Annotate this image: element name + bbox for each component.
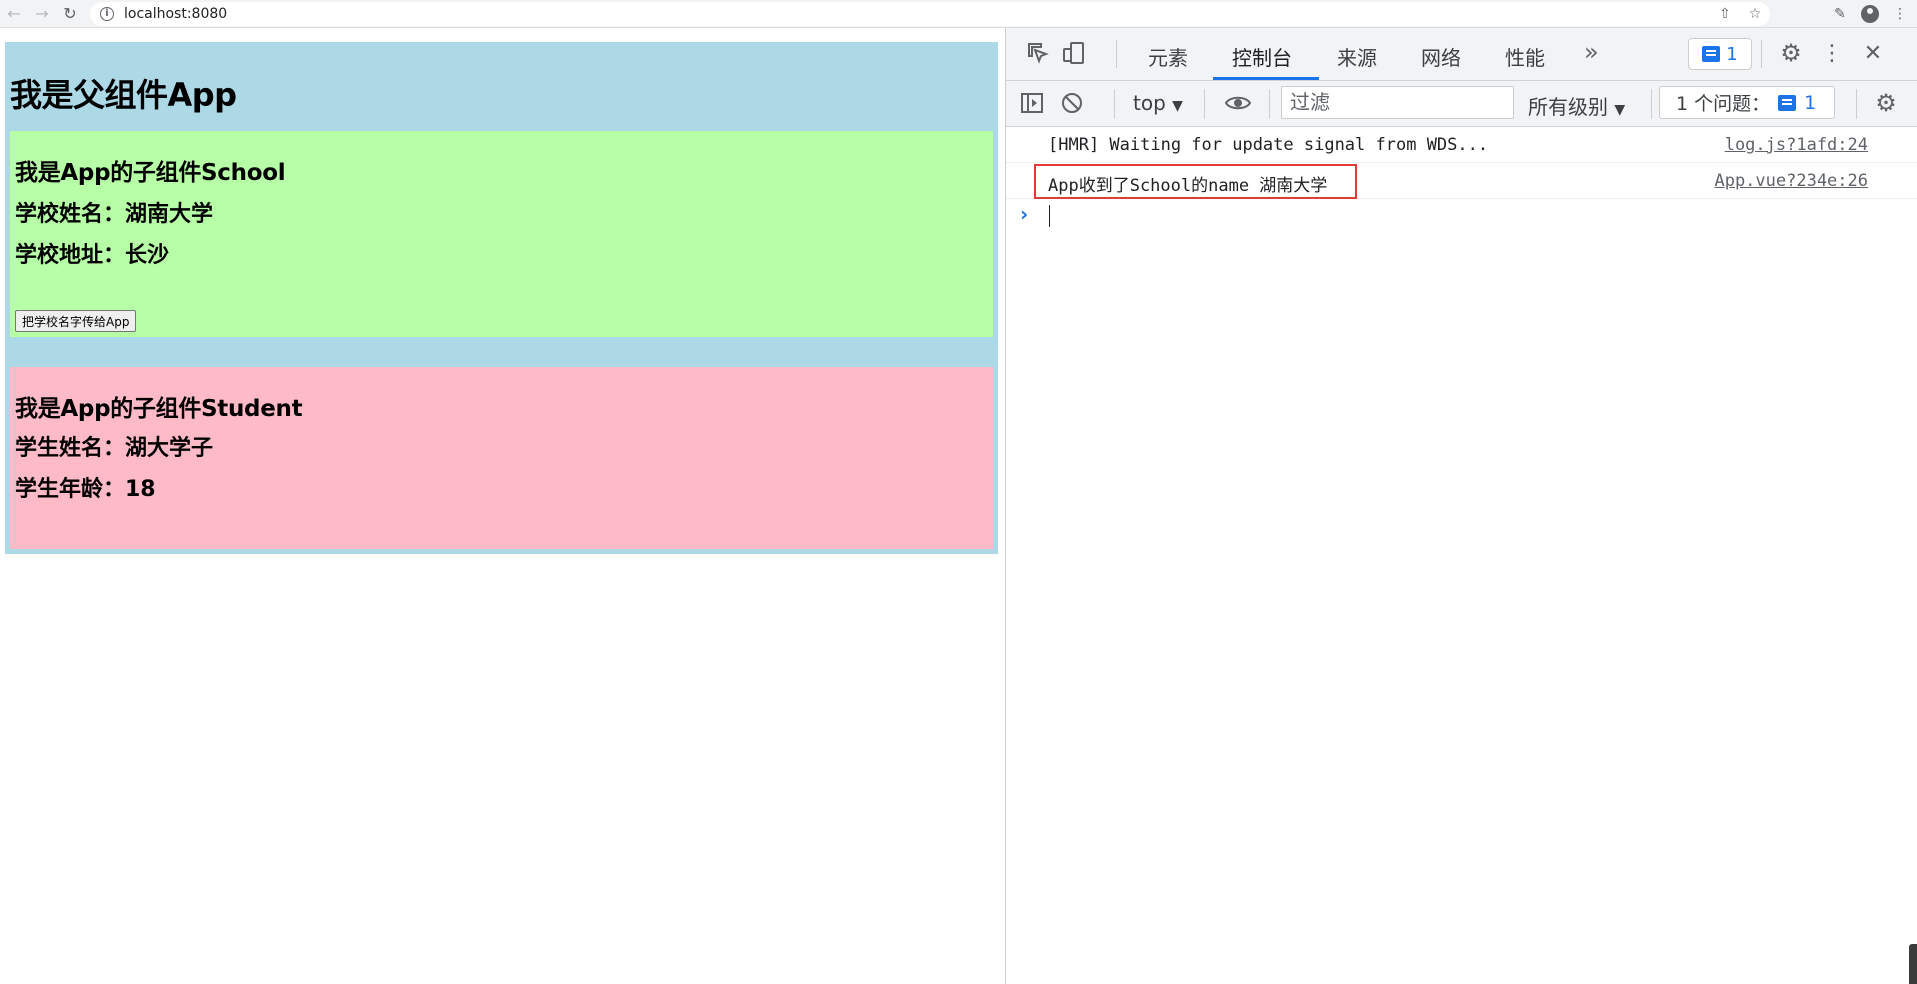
console-prompt-chevron-icon: › bbox=[1020, 202, 1029, 226]
issues-button[interactable]: 1 个问题： 1 bbox=[1659, 86, 1835, 119]
more-tabs-icon[interactable]: » bbox=[1584, 38, 1599, 66]
device-toolbar-icon[interactable] bbox=[1060, 39, 1088, 67]
sidebar-toggle-icon[interactable] bbox=[1018, 89, 1046, 117]
console-toolbar: top ▼ 过滤 所有级别 ▼ 1 个问题： 1 ⚙ bbox=[1006, 81, 1917, 127]
student-component: 我是App的子组件Student 学生姓名：湖大学子 学生年龄：18 bbox=[10, 367, 993, 549]
profile-icon[interactable] bbox=[1859, 3, 1881, 25]
context-value: top bbox=[1133, 91, 1166, 115]
context-selector[interactable]: top ▼ bbox=[1133, 91, 1183, 115]
browser-menu-icon[interactable]: ⋮ bbox=[1889, 3, 1911, 25]
student-age-text: 学生年龄：18 bbox=[15, 477, 156, 502]
url-text: localhost:8080 bbox=[124, 5, 228, 22]
close-icon[interactable]: ✕ bbox=[1859, 39, 1887, 67]
student-heading: 我是App的子组件Student bbox=[15, 396, 303, 422]
settings-gear-icon[interactable]: ⚙ bbox=[1777, 39, 1805, 67]
issues-badge-count: 1 bbox=[1726, 43, 1738, 65]
send-school-name-button[interactable]: 把学校名字传给App bbox=[15, 310, 137, 332]
site-info-icon[interactable]: i bbox=[100, 6, 114, 21]
share-icon[interactable]: ⇧ bbox=[1710, 6, 1740, 22]
scrollbar[interactable] bbox=[1909, 944, 1917, 984]
devtools-menu-icon[interactable]: ⋮ bbox=[1818, 39, 1846, 67]
school-component: 我是App的子组件School 学校姓名：湖南大学 学校地址：长沙 把学校名字传… bbox=[10, 131, 993, 337]
page-viewport: 我是父组件App 我是App的子组件School 学校姓名：湖南大学 学校地址：… bbox=[0, 28, 1005, 984]
live-expression-eye-icon[interactable] bbox=[1224, 89, 1252, 117]
browser-toolbar: ← → ↻ i localhost:8080 ⇧ ☆ ✎ ⋮ bbox=[0, 0, 1917, 28]
dropdown-arrow-icon: ▼ bbox=[1614, 102, 1626, 118]
issues-badge[interactable]: 1 bbox=[1688, 38, 1752, 70]
tab-elements[interactable]: 元素 bbox=[1148, 42, 1188, 71]
console-input-cursor[interactable] bbox=[1049, 205, 1050, 227]
school-name-text: 学校姓名：湖南大学 bbox=[15, 202, 214, 227]
issues-chat-icon bbox=[1702, 46, 1721, 62]
tab-performance[interactable]: 性能 bbox=[1505, 42, 1545, 71]
console-source-link[interactable]: log.js?1afd:24 bbox=[1725, 135, 1868, 155]
issues-count: 1 bbox=[1804, 91, 1817, 114]
school-heading: 我是App的子组件School bbox=[15, 160, 286, 186]
devtools-panel: 元素 控制台 来源 网络 性能 » 1 ⚙ ⋮ ✕ top ▼ 过滤 所有级别 … bbox=[1005, 28, 1917, 984]
app-title: 我是父组件App bbox=[10, 76, 237, 114]
filter-input[interactable]: 过滤 bbox=[1281, 86, 1514, 119]
devtools-tab-bar: 元素 控制台 来源 网络 性能 » 1 ⚙ ⋮ ✕ bbox=[1006, 28, 1917, 81]
student-name-text: 学生姓名：湖大学子 bbox=[15, 436, 214, 461]
tab-console[interactable]: 控制台 bbox=[1232, 42, 1292, 71]
reload-icon[interactable]: ↻ bbox=[56, 0, 84, 28]
inspect-element-icon[interactable] bbox=[1024, 39, 1052, 67]
console-source-link[interactable]: App.vue?234e:26 bbox=[1714, 171, 1868, 191]
school-address-text: 学校地址：长沙 bbox=[15, 243, 170, 268]
back-icon[interactable]: ← bbox=[0, 0, 28, 28]
extensions-icon[interactable]: ✎ bbox=[1829, 3, 1851, 25]
tab-sources[interactable]: 来源 bbox=[1337, 42, 1377, 71]
console-settings-gear-icon[interactable]: ⚙ bbox=[1872, 89, 1900, 117]
issues-label: 1 个问题： bbox=[1676, 93, 1771, 115]
forward-icon[interactable]: → bbox=[28, 0, 56, 28]
issues-chat-icon bbox=[1778, 94, 1797, 111]
console-message-text: [HMR] Waiting for update signal from WDS… bbox=[1048, 135, 1489, 155]
app-container: 我是父组件App 我是App的子组件School 学校姓名：湖南大学 学校地址：… bbox=[5, 42, 998, 554]
clear-console-icon[interactable] bbox=[1058, 89, 1086, 117]
log-levels-dropdown[interactable]: 所有级别 ▼ bbox=[1528, 91, 1625, 120]
active-tab-indicator bbox=[1213, 77, 1319, 80]
bookmark-star-icon[interactable]: ☆ bbox=[1740, 6, 1770, 22]
console-message: [HMR] Waiting for update signal from WDS… bbox=[1006, 127, 1917, 163]
dropdown-arrow-icon: ▼ bbox=[1172, 98, 1183, 114]
log-levels-label: 所有级别 bbox=[1528, 95, 1608, 119]
red-highlight-annotation bbox=[1034, 164, 1357, 199]
address-bar[interactable]: i localhost:8080 ⇧ ☆ bbox=[90, 1, 1770, 26]
tab-network[interactable]: 网络 bbox=[1421, 42, 1461, 71]
